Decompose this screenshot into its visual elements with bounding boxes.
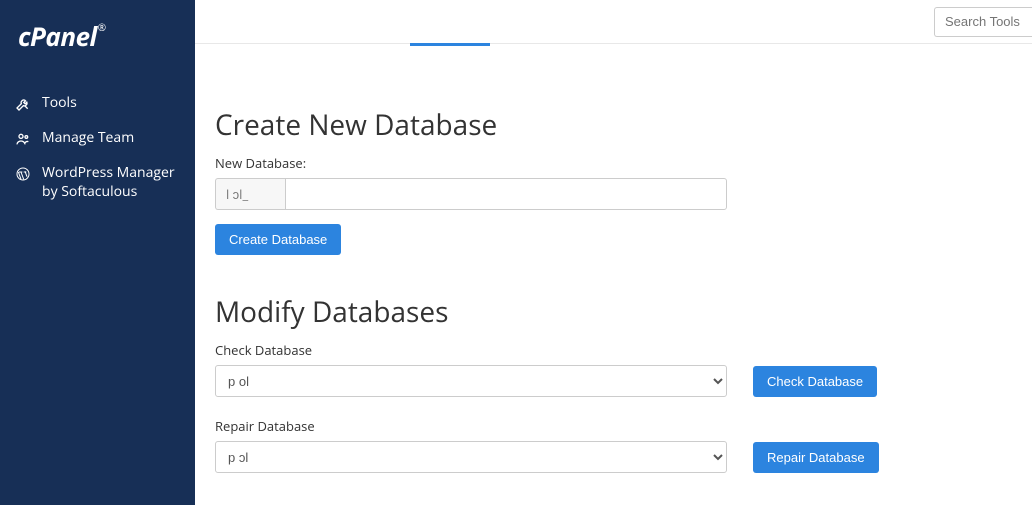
new-db-name-input[interactable] <box>285 178 727 210</box>
check-db-label: Check Database <box>215 341 727 359</box>
modify-db-heading: Modify Databases <box>215 293 1012 331</box>
brand-name: cPanel <box>18 18 97 54</box>
db-prefix: l ɔl_ <box>215 178 285 210</box>
new-db-label: New Database: <box>215 154 1012 172</box>
sidebar-item-manage-team[interactable]: Manage Team <box>0 121 195 156</box>
check-db-select[interactable]: p ol <box>215 365 727 397</box>
search-tools-input[interactable] <box>934 7 1032 37</box>
registered-mark: ® <box>98 20 106 34</box>
logo: cPanel® <box>0 18 195 78</box>
repair-db-select[interactable]: p ɔl <box>215 441 727 473</box>
create-database-button[interactable]: Create Database <box>215 224 341 255</box>
main-content: Create New Database New Database: l ɔl_ … <box>195 0 1032 505</box>
sidebar-item-wordpress-manager[interactable]: WordPress Manager by Softaculous <box>0 156 195 210</box>
repair-database-button[interactable]: Repair Database <box>753 442 879 473</box>
tools-icon <box>14 95 32 113</box>
team-icon <box>14 130 32 148</box>
sidebar-item-tools[interactable]: Tools <box>0 86 195 121</box>
check-database-button[interactable]: Check Database <box>753 366 877 397</box>
content-area: Create New Database New Database: l ɔl_ … <box>195 44 1032 505</box>
sidebar-item-label: WordPress Manager by Softaculous <box>42 164 181 202</box>
sidebar-item-label: Manage Team <box>42 129 134 148</box>
topbar <box>195 0 1032 44</box>
sidebar-nav: Tools Manage Team WordPress Manager by S… <box>0 78 195 210</box>
repair-db-label: Repair Database <box>215 417 727 435</box>
create-db-heading: Create New Database <box>215 106 1012 144</box>
sidebar-item-label: Tools <box>42 94 77 113</box>
new-db-input-group: l ɔl_ <box>215 178 727 210</box>
active-tab-indicator <box>410 43 490 46</box>
wordpress-icon <box>14 165 32 183</box>
sidebar: cPanel® Tools Manage Team WordPress Mana… <box>0 0 195 505</box>
